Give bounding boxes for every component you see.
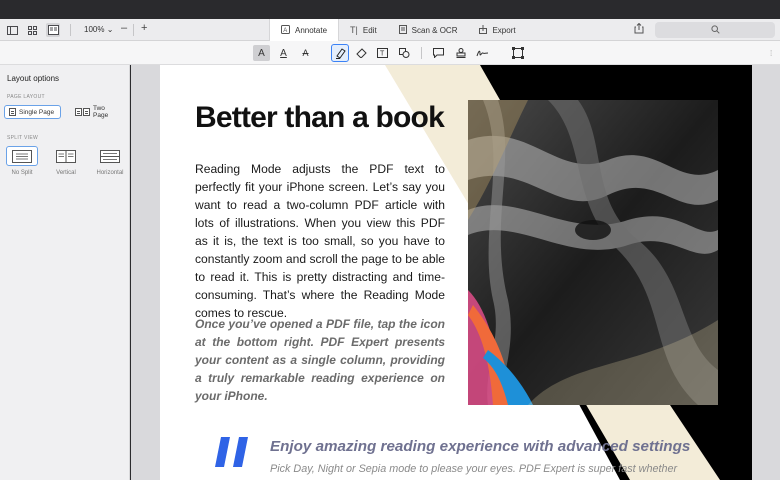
sidebar-title: Layout options [7,74,60,83]
stamp-icon[interactable] [452,45,469,61]
pdf-page: Better than a book Reading Mode adjusts … [160,65,752,480]
strikethrough-text-icon[interactable]: A [297,45,314,61]
page-layout-header: PAGE LAYOUT [7,94,45,100]
two-page-button[interactable]: Two Page [71,105,125,119]
eraser-icon[interactable] [353,45,370,61]
tab-export-label: Export [492,25,516,35]
vertical-split-button[interactable]: Vertical [49,146,83,176]
text-box-icon[interactable]: T [374,45,391,61]
main-toolbar: 100% ⌄ – + A Annotate T| Edit Scan & OCR [0,19,780,42]
mode-tabs: A Annotate T| Edit Scan & OCR Export [269,19,527,42]
horizontal-label: Horizontal [96,170,124,176]
thumbnails-grid-icon[interactable] [25,23,39,37]
underline-text-icon[interactable]: A [275,45,292,61]
title-bar [0,0,780,19]
reading-mode-icon[interactable] [46,23,60,37]
no-split-label: No Split [11,170,33,176]
horizontal-split-button[interactable]: Horizontal [93,146,127,176]
scan-icon [398,24,407,36]
layout-options-sidebar: Layout options PAGE LAYOUT Single Page T… [0,65,130,480]
document-viewer[interactable]: Better than a book Reading Mode adjusts … [131,65,780,480]
text-cursor-icon: T| [350,25,358,35]
annotation-toolbar: A A A T ⁞ [0,41,780,65]
tab-edit-label: Edit [362,25,377,35]
no-split-button[interactable]: No Split [5,146,39,176]
single-page-icon [9,108,16,116]
quote-body: Pick Day, Night or Sepia mode to please … [270,463,678,475]
annotate-icon: A [281,25,290,36]
toolbar-divider [421,47,422,59]
signature-icon[interactable] [474,45,491,61]
svg-text:A: A [283,28,287,34]
selection-icon[interactable] [509,45,526,61]
italic-paragraph: Once you’ve opened a PDF file, tap the i… [195,317,445,403]
quote-mark-icon [215,437,251,472]
tab-annotate-label: Annotate [295,26,328,35]
comment-icon[interactable] [430,45,447,61]
search-icon [710,24,720,36]
highlight-text-icon[interactable]: A [253,45,270,61]
body-paragraph: Reading Mode adjusts the PDF text to per… [195,162,445,320]
marble-artwork-image [468,100,718,405]
vertical-split-icon [50,146,82,166]
search-input[interactable] [655,22,775,38]
zoom-in-button[interactable]: + [141,22,147,34]
horizontal-split-icon [94,146,126,166]
svg-text:T: T [380,51,385,58]
quote-title: Enjoy amazing reading experience with ad… [270,438,691,455]
two-page-icon [75,108,90,116]
pdf-expert-window: 100% ⌄ – + A Annotate T| Edit Scan & OCR [0,0,780,480]
tab-export[interactable]: Export [468,19,526,41]
zoom-level-dropdown[interactable]: 100% ⌄ [84,23,113,37]
sidebar-toggle-icon[interactable] [5,23,19,37]
vertical-label: Vertical [56,170,76,176]
tab-scan-label: Scan & OCR [411,25,458,35]
shapes-icon[interactable] [396,45,413,61]
two-page-label: Two Page [93,105,109,119]
tab-edit[interactable]: T| Edit [339,19,388,41]
highlighter-icon[interactable] [331,44,349,62]
single-page-button[interactable]: Single Page [4,105,61,119]
tab-annotate[interactable]: A Annotate [269,19,340,42]
chevron-down-icon: ⌄ [106,25,114,34]
share-icon[interactable] [634,22,644,37]
export-icon [479,24,488,36]
page-heading: Better than a book [195,101,445,134]
zoom-out-button[interactable]: – [121,22,127,34]
zoom-level-value: 100% [84,25,105,34]
split-view-header: SPLIT VIEW [7,135,38,141]
single-page-label: Single Page [19,108,55,116]
toolbar-grip-icon[interactable]: ⁞ [770,49,772,58]
no-split-icon [6,146,38,166]
toolbar-divider [70,24,71,36]
tab-scan-ocr[interactable]: Scan & OCR [388,19,469,41]
toolbar-divider [133,24,134,36]
